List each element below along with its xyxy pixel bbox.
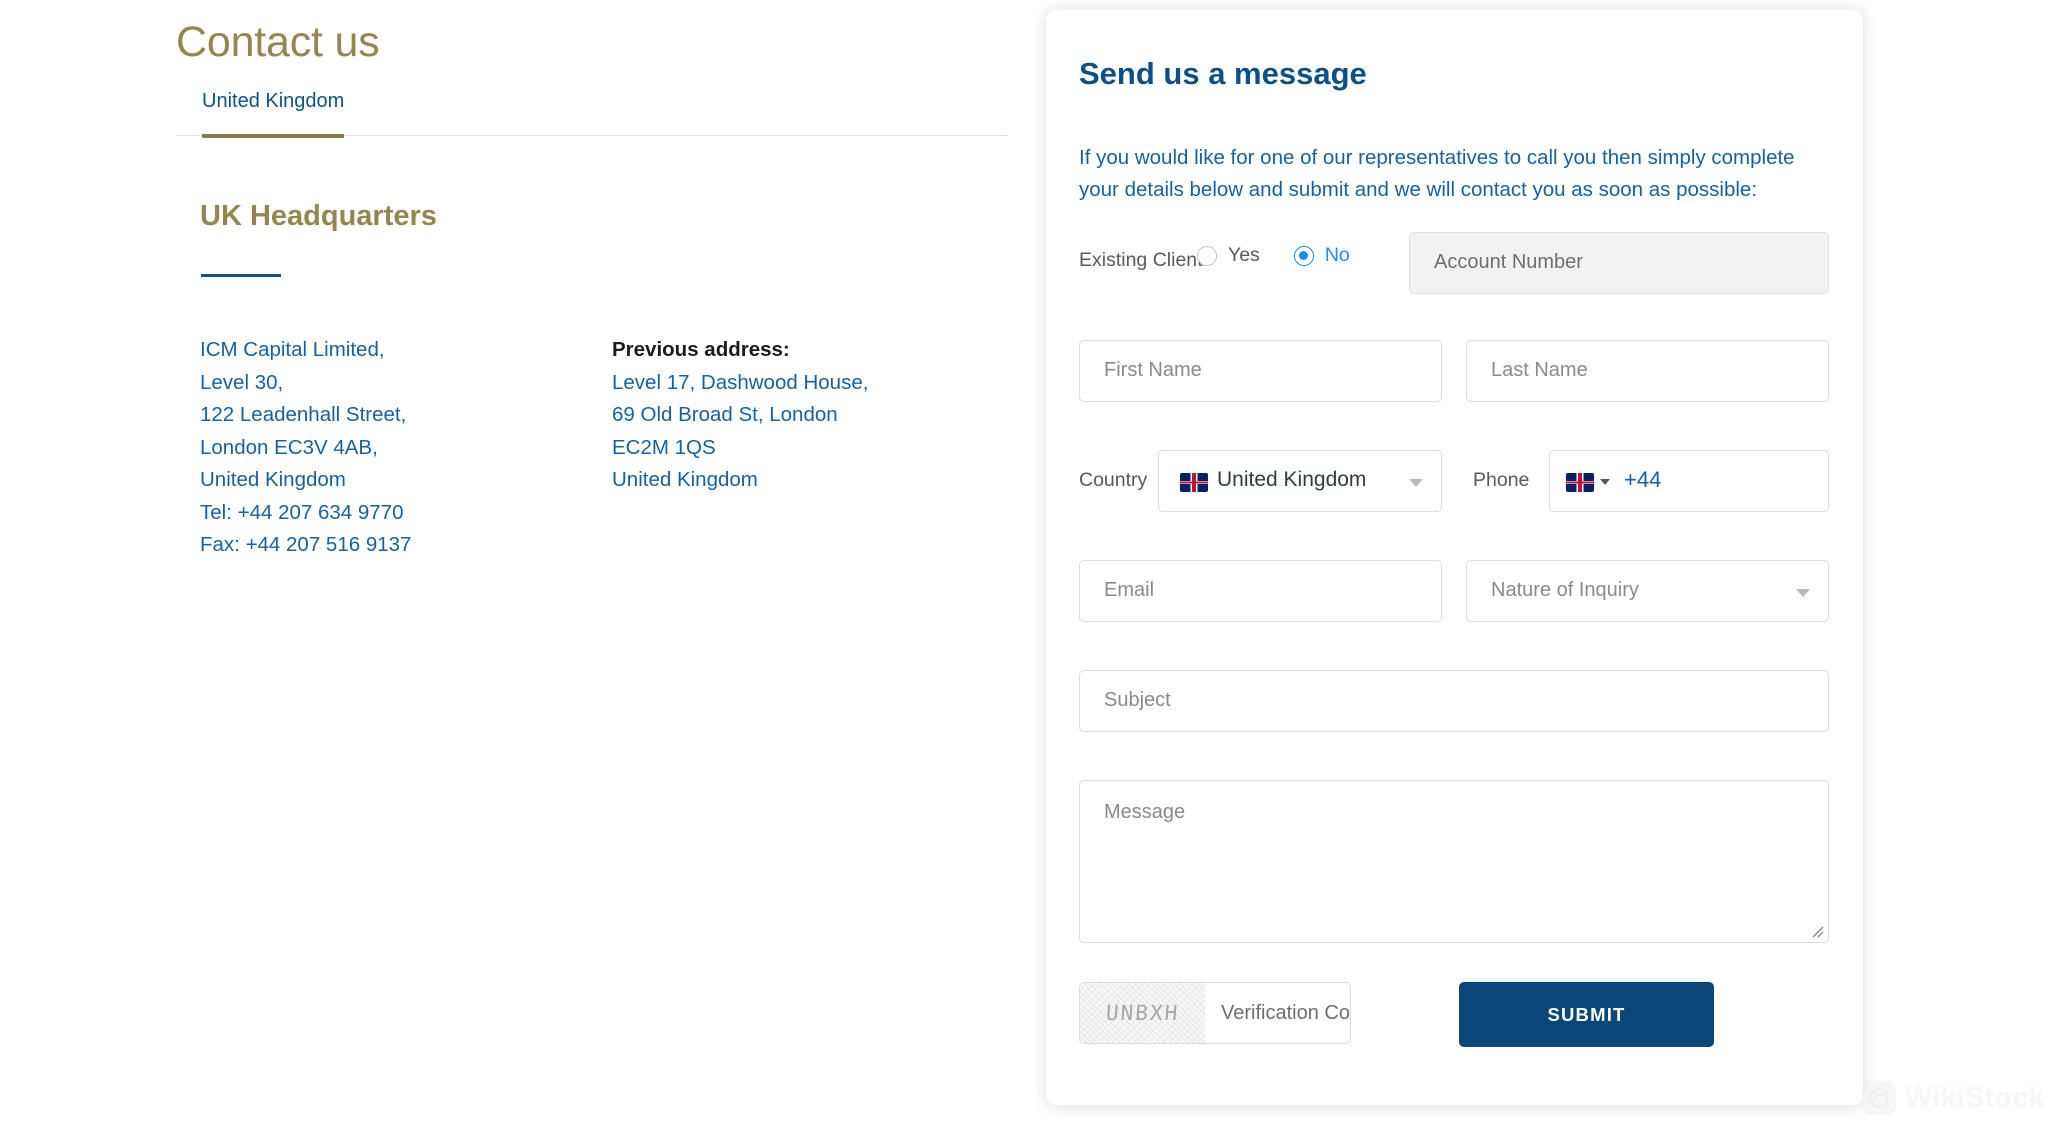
address-line: United Kingdom <box>200 468 346 491</box>
heading-underline-rule <box>201 274 281 277</box>
captcha-submit-row: UNBXH Verification Co SUBMIT <box>1079 982 1829 1052</box>
existing-client-row: Existing Client? Yes No Account Number <box>1079 232 1829 294</box>
message-placeholder: Message <box>1104 801 1186 823</box>
resize-handle-icon[interactable] <box>1810 924 1824 938</box>
subject-placeholder: Subject <box>1104 689 1171 711</box>
existing-client-label: Existing Client? <box>1079 249 1214 271</box>
page-title: Contact us <box>176 18 380 66</box>
contact-page: Contact us United Kingdom UK Headquarter… <box>0 0 2061 1133</box>
address-line: 122 Leadenhall Street, <box>200 403 407 426</box>
radio-option-yes[interactable]: Yes <box>1197 244 1260 267</box>
watermark-label: WikiStock <box>1904 1081 2045 1114</box>
nature-of-inquiry-placeholder: Nature of Inquiry <box>1491 579 1639 601</box>
radio-no-icon[interactable] <box>1293 245 1314 266</box>
first-name-placeholder: First Name <box>1104 359 1202 381</box>
country-phone-row: Country United Kingdom Phone +44 <box>1079 450 1829 512</box>
captcha-code-text: UNBXH <box>1105 1001 1180 1025</box>
tab-united-kingdom[interactable]: United Kingdom <box>202 90 345 138</box>
wikistock-logo-icon <box>1861 1081 1896 1115</box>
email-inquiry-row: Email Nature of Inquiry <box>1079 560 1829 622</box>
phone-input[interactable]: +44 <box>1549 450 1829 512</box>
address-line: Level 17, Dashwood House, <box>612 370 869 394</box>
verification-code-input[interactable]: Verification Co <box>1205 983 1350 1043</box>
captcha-image[interactable]: UNBXH <box>1080 983 1206 1043</box>
country-label: Country <box>1079 469 1148 491</box>
previous-address-block: Previous address: Level 17, Dashwood Hou… <box>612 334 868 497</box>
subject-row: Subject <box>1079 670 1829 732</box>
chevron-down-icon <box>1796 589 1810 597</box>
watermark: WikiStock <box>1861 1081 2045 1115</box>
submit-button[interactable]: SUBMIT <box>1459 982 1714 1047</box>
nature-of-inquiry-select[interactable]: Nature of Inquiry <box>1466 560 1829 622</box>
radio-yes-icon[interactable] <box>1197 245 1217 266</box>
submit-button-label: SUBMIT <box>1547 1003 1626 1025</box>
existing-client-radio-group: Yes No <box>1197 244 1384 267</box>
phone-label: Phone <box>1473 469 1530 491</box>
country-tabs: United Kingdom <box>176 86 1007 138</box>
email-placeholder: Email <box>1104 579 1155 601</box>
country-select[interactable]: United Kingdom <box>1158 450 1442 512</box>
uk-flag-icon <box>1566 473 1594 492</box>
address-line: London EC3V 4AB, <box>200 435 378 459</box>
uk-flag-icon <box>1180 473 1208 492</box>
captcha-group: UNBXH Verification Co <box>1079 982 1351 1044</box>
contact-form-card: Send us a message If you would like for … <box>1046 10 1863 1105</box>
telephone-line: Tel: +44 207 634 9770 <box>200 500 404 524</box>
radio-option-no[interactable]: No <box>1293 244 1350 267</box>
primary-address-block: ICM Capital Limited, Level 30, 122 Leade… <box>200 334 411 562</box>
last-name-placeholder: Last Name <box>1491 359 1588 381</box>
phone-dial-code: +44 <box>1624 467 1662 492</box>
account-number-placeholder: Account Number <box>1434 251 1583 273</box>
address-line: United Kingdom <box>612 468 758 491</box>
radio-no-label: No <box>1324 244 1350 266</box>
verification-code-placeholder: Verification Co <box>1221 1001 1350 1024</box>
address-line: Level 30, <box>200 370 284 394</box>
address-line: ICM Capital Limited, <box>200 338 385 361</box>
address-line: EC2M 1QS <box>612 435 716 459</box>
first-name-input[interactable]: First Name <box>1079 340 1442 402</box>
contact-info-column: Contact us United Kingdom UK Headquarter… <box>0 0 1030 1133</box>
account-number-input[interactable]: Account Number <box>1409 232 1829 294</box>
chevron-down-icon[interactable] <box>1600 479 1610 485</box>
message-textarea[interactable]: Message <box>1079 780 1829 943</box>
subject-input[interactable]: Subject <box>1079 670 1829 732</box>
previous-address-label: Previous address: <box>612 338 790 361</box>
last-name-input[interactable]: Last Name <box>1466 340 1829 402</box>
chevron-down-icon <box>1409 479 1423 487</box>
address-line: 69 Old Broad St, London <box>612 403 838 426</box>
tab-label: United Kingdom <box>202 90 345 112</box>
form-title: Send us a message <box>1079 56 1367 91</box>
radio-yes-label: Yes <box>1228 244 1260 266</box>
country-selected-value: United Kingdom <box>1217 468 1367 491</box>
email-input[interactable]: Email <box>1079 560 1442 622</box>
office-heading: UK Headquarters <box>200 200 437 232</box>
form-intro-text: If you would like for one of our represe… <box>1079 146 1795 201</box>
name-row: First Name Last Name <box>1079 340 1829 402</box>
fax-line: Fax: +44 207 516 9137 <box>200 533 412 556</box>
message-row: Message <box>1079 780 1829 943</box>
